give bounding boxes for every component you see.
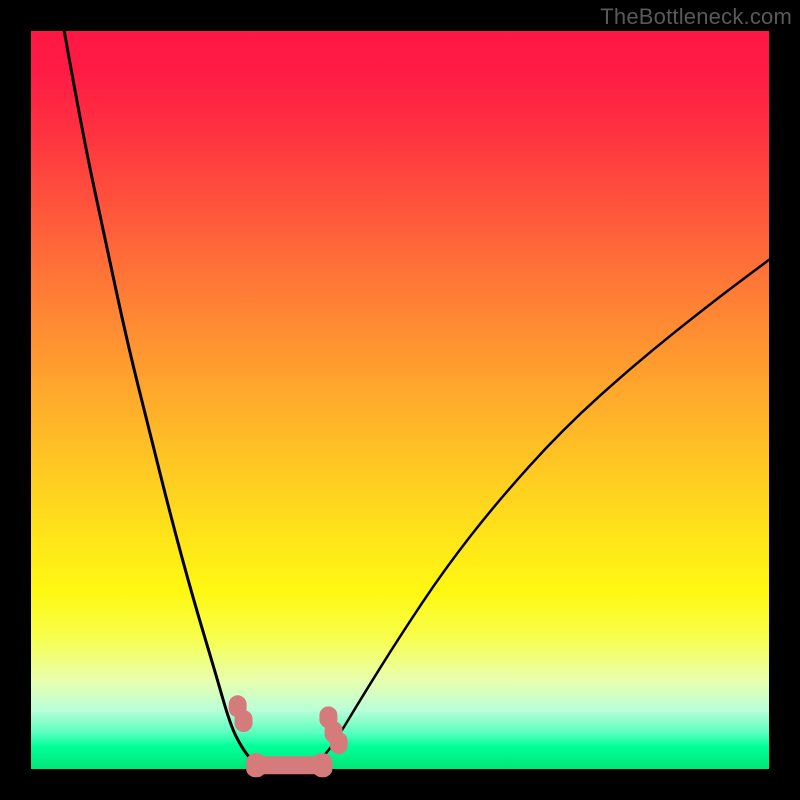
curve-marker bbox=[330, 732, 348, 754]
trough-bar bbox=[246, 753, 332, 777]
right-bottleneck-curve bbox=[311, 260, 769, 769]
marker-group bbox=[229, 695, 348, 754]
outer-frame: TheBottleneck.com bbox=[0, 0, 800, 800]
trough-bar-cap bbox=[246, 753, 266, 777]
watermark-text: TheBottleneck.com bbox=[600, 4, 792, 30]
left-bottleneck-curve bbox=[64, 31, 274, 769]
trough-bar-cap bbox=[313, 753, 333, 777]
curve-marker bbox=[235, 710, 253, 732]
curve-layer bbox=[0, 0, 800, 800]
